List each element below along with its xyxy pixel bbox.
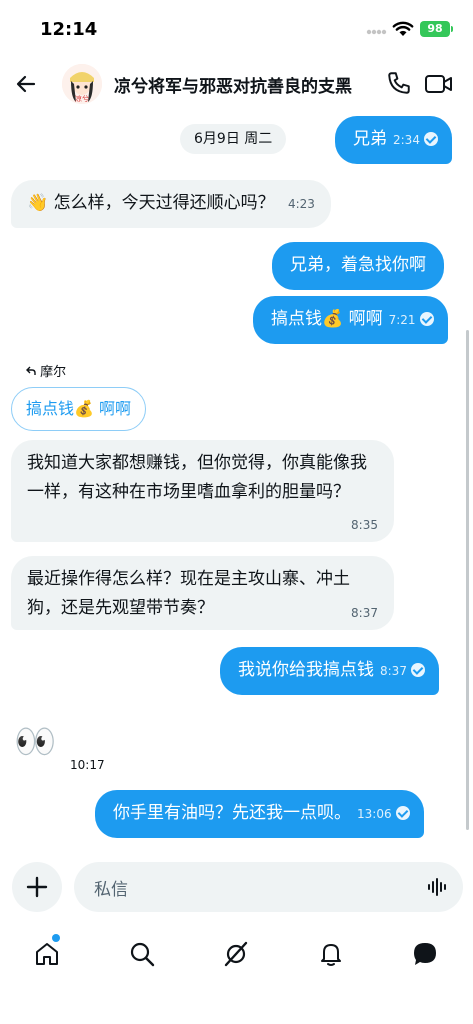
quoted-message[interactable]: 搞点钱💰 啊啊 xyxy=(11,387,147,431)
add-icon xyxy=(26,876,48,898)
back-icon[interactable] xyxy=(10,68,42,100)
read-check-icon xyxy=(419,312,434,326)
read-check-icon xyxy=(410,663,425,677)
eyes-emoji-message[interactable]: 👀 xyxy=(14,722,56,762)
message-text: 我说你给我搞点钱 xyxy=(238,660,374,680)
message-time: 8:35 xyxy=(351,518,378,532)
messages-icon xyxy=(414,943,436,965)
voice-icon[interactable] xyxy=(427,876,449,898)
avatar[interactable]: 凉兮 xyxy=(62,64,102,104)
nav-search[interactable] xyxy=(124,936,160,972)
signal-icon xyxy=(366,29,387,35)
message-text: 啊啊 xyxy=(348,309,383,329)
outgoing-message[interactable]: 你手里有油吗？先还我一点呗。 13:06 xyxy=(95,790,424,838)
message-time: 4:23 xyxy=(287,197,315,211)
message-text: 怎么样，今天过得还顺心吗？ xyxy=(53,193,275,213)
quoted-text: 啊啊 xyxy=(99,399,132,418)
home-notification-dot xyxy=(52,934,60,942)
incoming-message[interactable]: 我知道大家都想赚钱，但你觉得，你真能像我一样，有这种在市场里嗜血拿利的胆量吗？ … xyxy=(11,440,394,542)
phone-icon[interactable] xyxy=(386,70,412,100)
bottom-navigation xyxy=(0,930,473,980)
search-icon xyxy=(130,942,155,967)
wifi-icon xyxy=(392,21,414,36)
status-bar: 12:14 98 xyxy=(0,0,473,58)
message-time: 10:17 xyxy=(70,758,105,772)
contact-name[interactable]: 凉兮将军与邪恶对抗善良的支黑 xyxy=(114,72,352,97)
date-divider: 6月9日 周二 xyxy=(180,124,287,154)
nav-grok[interactable] xyxy=(218,936,254,972)
outgoing-message[interactable]: 搞点钱💰 啊啊 7:21 xyxy=(253,296,448,344)
quoted-text: 搞点钱 xyxy=(26,399,75,418)
money-bag-emoji: 💰 xyxy=(74,399,94,418)
wave-emoji: 👋 xyxy=(27,193,49,213)
add-button[interactable] xyxy=(12,862,62,912)
battery-indicator: 98 xyxy=(420,21,450,37)
reply-icon xyxy=(26,366,36,375)
money-bag-emoji: 💰 xyxy=(322,309,344,329)
scrollbar[interactable] xyxy=(466,330,469,830)
home-icon xyxy=(36,943,58,965)
reply-target-name: 摩尔 xyxy=(40,365,67,380)
reply-indicator: 摩尔 xyxy=(26,361,66,380)
message-text: 你手里有油吗？先还我一点呗。 xyxy=(113,803,351,823)
read-check-icon xyxy=(395,806,410,820)
message-time: 2:34 xyxy=(393,133,420,147)
message-text: 搞点钱 xyxy=(271,309,322,329)
incoming-message[interactable]: 👋 怎么样，今天过得还顺心吗？ 4:23 xyxy=(11,180,331,228)
message-text: 最近操作得怎么样？现在是主攻山寨、冲土狗，还是先观望带节奏？ xyxy=(27,569,350,618)
nav-home[interactable] xyxy=(29,936,65,972)
conversation-header: 凉兮 凉兮将军与邪恶对抗善良的支黑 xyxy=(0,58,473,110)
video-icon[interactable] xyxy=(424,72,454,100)
status-time: 12:14 xyxy=(40,19,98,40)
message-input[interactable]: 私信 xyxy=(74,862,463,912)
message-input-placeholder: 私信 xyxy=(94,880,128,900)
message-text: 我知道大家都想赚钱，但你觉得，你真能像我一样，有这种在市场里嗜血拿利的胆量吗？ xyxy=(27,453,367,502)
nav-notifications[interactable] xyxy=(313,936,349,972)
nav-messages[interactable] xyxy=(407,936,443,972)
message-time: 8:37 xyxy=(351,606,378,620)
avatar-stamp: 凉兮 xyxy=(75,94,89,103)
read-check-icon xyxy=(423,132,438,146)
incoming-message[interactable]: 最近操作得怎么样？现在是主攻山寨、冲土狗，还是先观望带节奏？ 8:37 xyxy=(11,556,394,630)
message-time: 13:06 xyxy=(357,807,392,821)
grok-icon xyxy=(224,941,248,967)
battery-tip xyxy=(451,26,453,32)
outgoing-message[interactable]: 兄弟 2:34 xyxy=(335,116,452,164)
message-text: 兄弟 xyxy=(353,129,387,149)
outgoing-message[interactable]: 兄弟，着急找你啊 xyxy=(272,242,444,290)
message-time: 8:37 xyxy=(380,664,407,678)
message-text: 兄弟，着急找你啊 xyxy=(290,255,426,275)
message-time: 7:21 xyxy=(388,313,416,327)
outgoing-message[interactable]: 我说你给我搞点钱 8:37 xyxy=(220,647,439,695)
bell-icon xyxy=(321,944,341,966)
